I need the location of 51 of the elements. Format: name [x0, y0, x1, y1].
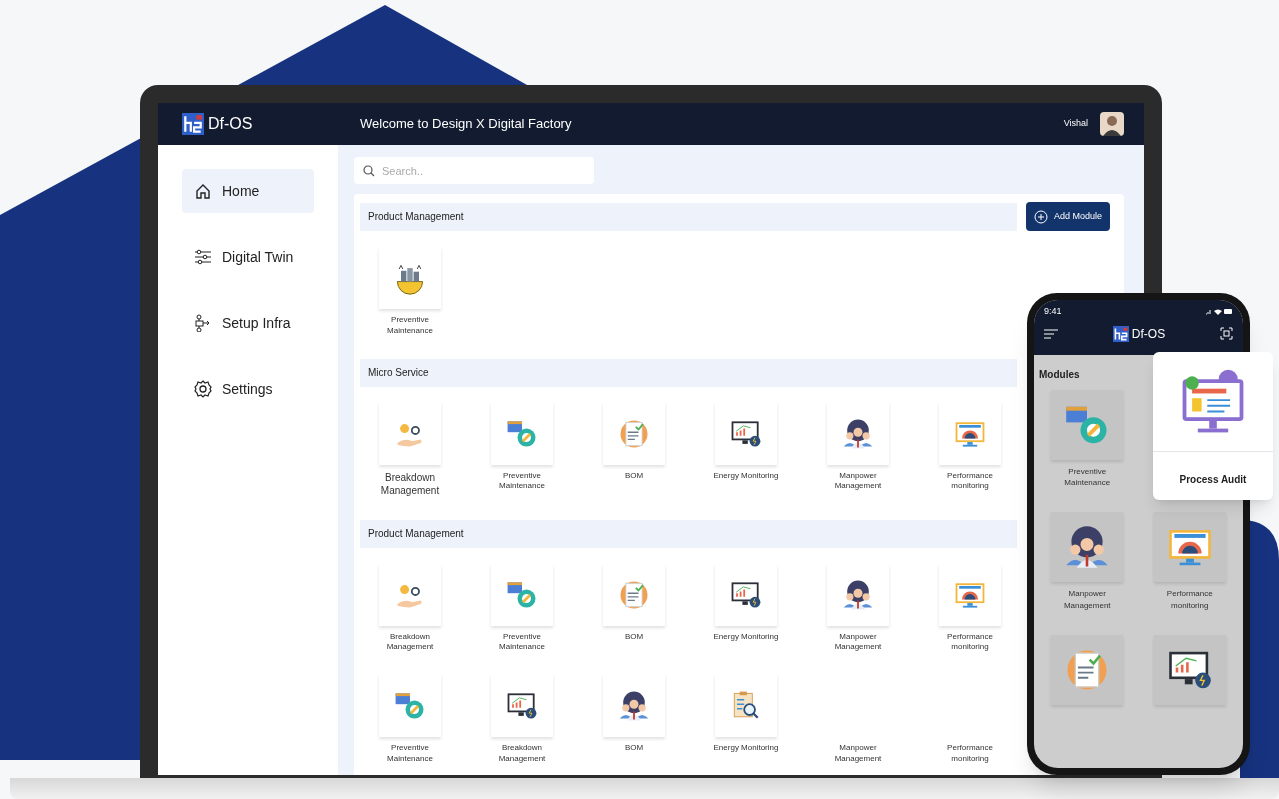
- section-title: Micro Service: [368, 366, 429, 381]
- module-button[interactable]: BOM: [584, 402, 684, 498]
- module-button[interactable]: Energy Monitoring: [696, 675, 796, 765]
- module-button[interactable]: Manpower Management: [1042, 512, 1133, 611]
- sidebar-item[interactable]: Digital Twin: [182, 235, 314, 279]
- module-button[interactable]: Manpower Management: [808, 402, 908, 498]
- sidebar-item[interactable]: Setup Infra: [182, 301, 314, 345]
- module-button[interactable]: Manpower Management: [808, 563, 908, 654]
- status-icons: [1205, 308, 1233, 316]
- sidebar-item[interactable]: Settings: [182, 367, 314, 411]
- module-button[interactable]: Energy Monitoring: [696, 563, 796, 654]
- module-button[interactable]: Preventive Maintenance: [360, 247, 460, 337]
- user-name: Vishal: [1063, 117, 1088, 131]
- module-button[interactable]: Breakdown Management: [472, 675, 572, 765]
- plus-icon: [1034, 209, 1048, 224]
- module-button[interactable]: Preventive Maintenance: [1042, 390, 1133, 489]
- logo-text: Df-OS: [1131, 325, 1166, 343]
- sliders-icon: [194, 248, 212, 266]
- home-icon: [194, 182, 212, 200]
- section-title: Product Management: [368, 527, 464, 542]
- module-button[interactable]: Performance monitoring: [920, 563, 1020, 654]
- add-module-button[interactable]: Add Module: [1026, 202, 1111, 231]
- module-button[interactable]: Performance monitoring: [1144, 512, 1235, 611]
- module-label: Breakdown Management: [379, 470, 441, 498]
- logo-text: Df-OS: [208, 114, 253, 134]
- module-button[interactable]: Preventive Maintenance: [472, 402, 572, 498]
- sidebar-item[interactable]: Home: [182, 169, 314, 213]
- window-title: Welcome to Design X Digital Factory: [359, 115, 573, 134]
- menu-icon[interactable]: [1044, 328, 1058, 339]
- logo-icon: [182, 113, 204, 135]
- module-button[interactable]: BOM: [584, 675, 684, 765]
- module-button[interactable]: Breakdown Management: [360, 563, 460, 654]
- scan-icon[interactable]: [1220, 327, 1233, 340]
- module-button[interactable]: Performance monitoring: [920, 402, 1020, 498]
- logo-icon: [1112, 325, 1129, 342]
- section-title: Product Management: [368, 210, 464, 224]
- settings-icon: [194, 380, 212, 398]
- avatar[interactable]: [1100, 112, 1124, 136]
- flowchart-icon: [194, 314, 212, 332]
- popup-card[interactable]: Process Audit: [1153, 352, 1273, 500]
- module-button[interactable]: Breakdown Management: [360, 402, 460, 498]
- module-button[interactable]: Performance monitoring: [920, 675, 1020, 765]
- search-field[interactable]: Search..: [354, 157, 594, 184]
- modules-heading: Modules: [1039, 368, 1081, 382]
- module-button[interactable]: Manpower Management: [808, 675, 908, 765]
- module-button[interactable]: Energy Monitoring: [696, 402, 796, 498]
- module-button[interactable]: Preventive Maintenance: [360, 675, 460, 765]
- module-button[interactable]: BOM: [584, 563, 684, 654]
- module-button[interactable]: Preventive Maintenance: [472, 563, 572, 654]
- search-icon: [363, 165, 375, 177]
- status-time: 9:41: [1044, 305, 1062, 318]
